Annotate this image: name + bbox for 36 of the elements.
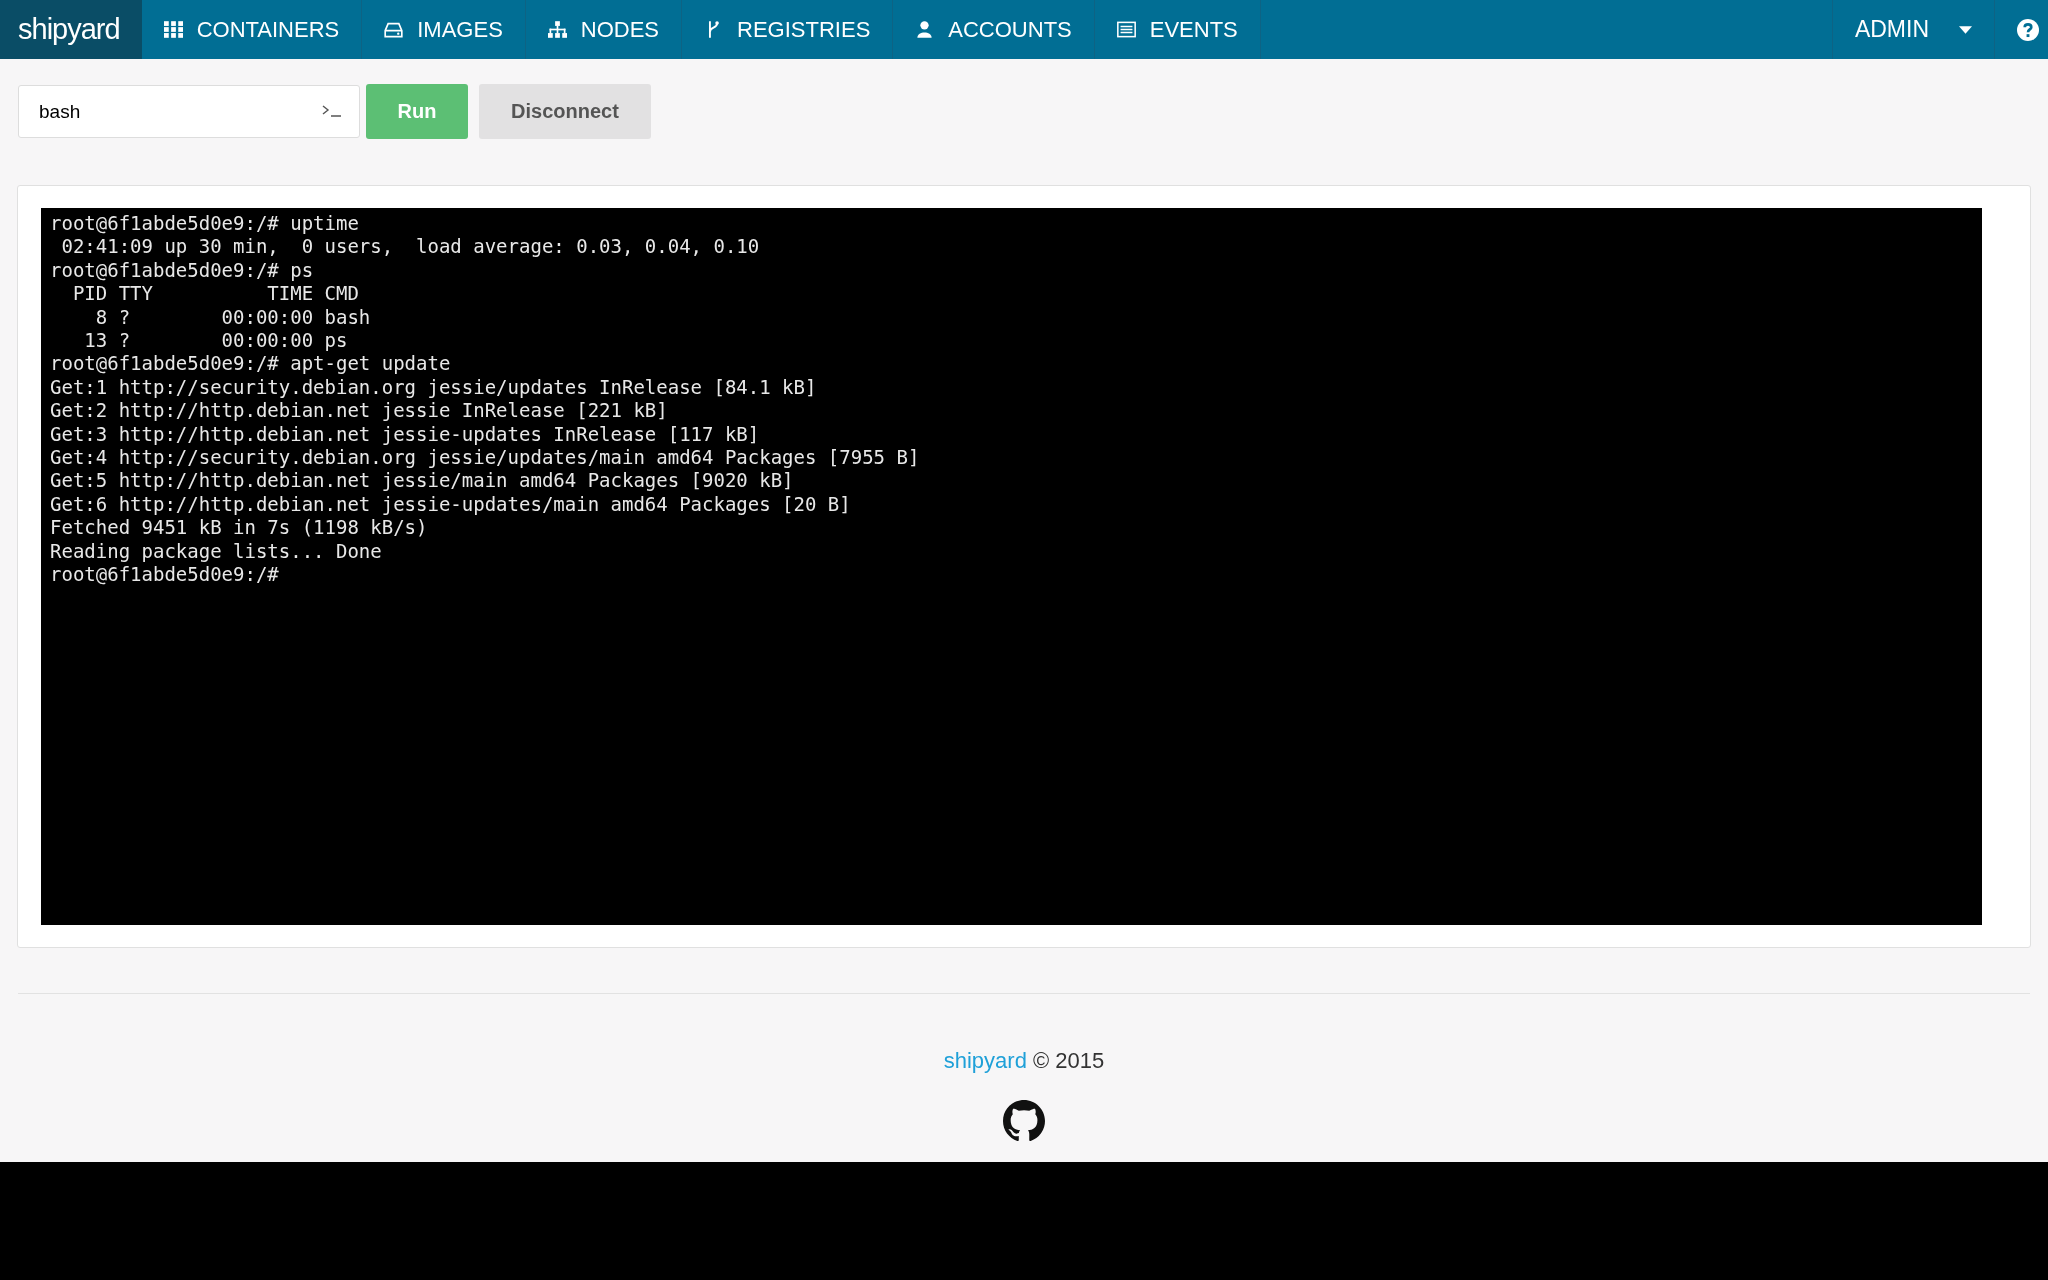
terminal-line: root@6f1abde5d0e9:/#	[50, 563, 279, 587]
terminal-line: Fetched 9451 kB in 7s (1198 kB/s)	[50, 516, 428, 540]
terminal-line: Get:1 http://security.debian.org jessie/updates InRelease [84.1 kB]	[50, 375, 817, 400]
terminal-line: Get:3 http://http.debian.net jessie-updates InRelease [117 kB]	[50, 422, 760, 447]
nav-item[interactable]: ACCOUNTS	[893, 0, 1095, 59]
hard-drive-icon	[384, 20, 404, 39]
terminal-line: 02:41:09 up 30 min, 0 users, load average: 0.03, 0.04, 0.10	[60, 235, 760, 259]
terminal-icon	[322, 105, 342, 117]
nav-item[interactable]: REGISTRIES	[682, 0, 894, 59]
user-menu[interactable]: ADMIN	[1831, 0, 1995, 59]
help-icon	[2017, 18, 2039, 41]
nav-item[interactable]: NODES	[525, 0, 683, 59]
terminal-line: Get:2 http://http.debian.net jessie InRelease [221 kB]	[50, 399, 668, 423]
copyright-text: © 2015	[1033, 1048, 1105, 1073]
terminal-line: root@6f1abde5d0e9:/# ps	[50, 258, 314, 283]
nav-item[interactable]: CONTAINERS	[141, 0, 363, 59]
terminal-line: Get:6 http://http.debian.net jessie-updates/main amd64 Packages [20 B]	[50, 492, 851, 517]
caret-icon	[1959, 25, 1972, 34]
terminal-line: Reading package lists... Done	[50, 539, 382, 564]
brand-logo[interactable]: shipyard	[0, 0, 142, 59]
terminal-line: root@6f1abde5d0e9:/# uptime	[50, 212, 359, 236]
list-icon	[1116, 20, 1136, 39]
terminal-line: 13 ? 00:00:00 ps	[83, 329, 348, 353]
command-input[interactable]: bash	[18, 85, 360, 138]
nav-item[interactable]: IMAGES	[362, 0, 526, 59]
grid-icon	[163, 20, 183, 39]
nav-item[interactable]: EVENTS	[1094, 0, 1261, 59]
terminal-line: PID TTY TIME CMD	[71, 282, 359, 306]
disconnect-button[interactable]: Disconnect	[479, 84, 651, 139]
terminal-line: Get:4 http://security.debian.org jessie/updates/main amd64 Packages [7955 B]	[50, 446, 920, 470]
terminal-line: 8 ? 00:00:00 bash	[94, 305, 371, 330]
user-icon	[915, 20, 935, 39]
sitemap-icon	[547, 20, 567, 39]
terminal-line: root@6f1abde5d0e9:/# apt-get update	[50, 352, 451, 376]
github-icon[interactable]	[1003, 1100, 1045, 1142]
terminal-line: Get:5 http://http.debian.net jessie/main amd64 Packages [9020 kB]	[50, 469, 794, 493]
